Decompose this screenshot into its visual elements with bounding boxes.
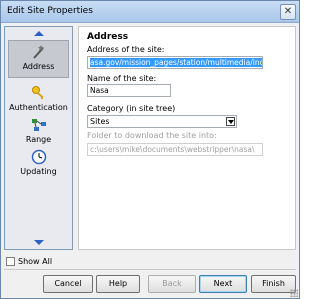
sidebar-item-updating[interactable]: Updating — [8, 146, 69, 184]
window-title: Edit Site Properties — [7, 6, 93, 16]
clock-icon — [31, 149, 46, 165]
category-sidebar: Address Authentication Range Updating — [4, 26, 73, 250]
section-title: Address — [87, 32, 129, 42]
address-input[interactable]: asa.gov/mission_pages/station/multimedia… — [87, 56, 263, 69]
category-select[interactable]: Sites — [87, 115, 237, 128]
network-icon — [31, 119, 46, 131]
category-label: Category (in site tree) — [87, 104, 176, 113]
folder-input[interactable]: c:\users\mike\documents\webstripper\nasa… — [87, 143, 263, 156]
help-button[interactable]: Help — [96, 275, 140, 293]
cancel-button[interactable]: Cancel — [43, 275, 93, 293]
sidebar-item-label: Updating — [20, 167, 57, 176]
next-button[interactable]: Next — [199, 275, 247, 293]
sidebar-item-label: Address — [22, 62, 55, 71]
site-name-label: Name of the site: — [87, 74, 157, 83]
wand-icon — [32, 45, 44, 59]
resize-grip-icon[interactable] — [290, 289, 298, 297]
back-button[interactable]: Back — [148, 275, 196, 293]
sidebar-item-label: Range — [25, 135, 52, 144]
divider — [4, 269, 296, 270]
sidebar-scroll-up[interactable] — [5, 28, 72, 38]
sidebar-scroll-down[interactable] — [5, 237, 72, 247]
chevron-down-icon[interactable] — [226, 117, 235, 126]
keys-icon — [31, 86, 43, 99]
site-name-input[interactable]: Nasa — [87, 84, 171, 97]
dialog-window: Edit Site Properties ✕ Address Authentic… — [0, 0, 300, 299]
address-label: Address of the site: — [87, 45, 165, 54]
show-all-label: Show All — [18, 257, 53, 266]
address-value: asa.gov/mission_pages/station/multimedia… — [90, 58, 262, 67]
properties-panel: Address Address of the site: asa.gov/mis… — [78, 26, 296, 250]
close-button[interactable]: ✕ — [280, 4, 296, 20]
sidebar-item-address[interactable]: Address — [8, 40, 69, 78]
show-all-checkbox[interactable] — [6, 257, 15, 266]
arrow-up-icon — [33, 30, 44, 36]
arrow-down-icon — [33, 239, 44, 245]
folder-label: Folder to download the site into: — [87, 131, 217, 140]
sidebar-item-label: Authentication — [9, 103, 68, 112]
category-value: Sites — [90, 117, 110, 126]
title-bar[interactable]: Edit Site Properties ✕ — [1, 1, 299, 23]
